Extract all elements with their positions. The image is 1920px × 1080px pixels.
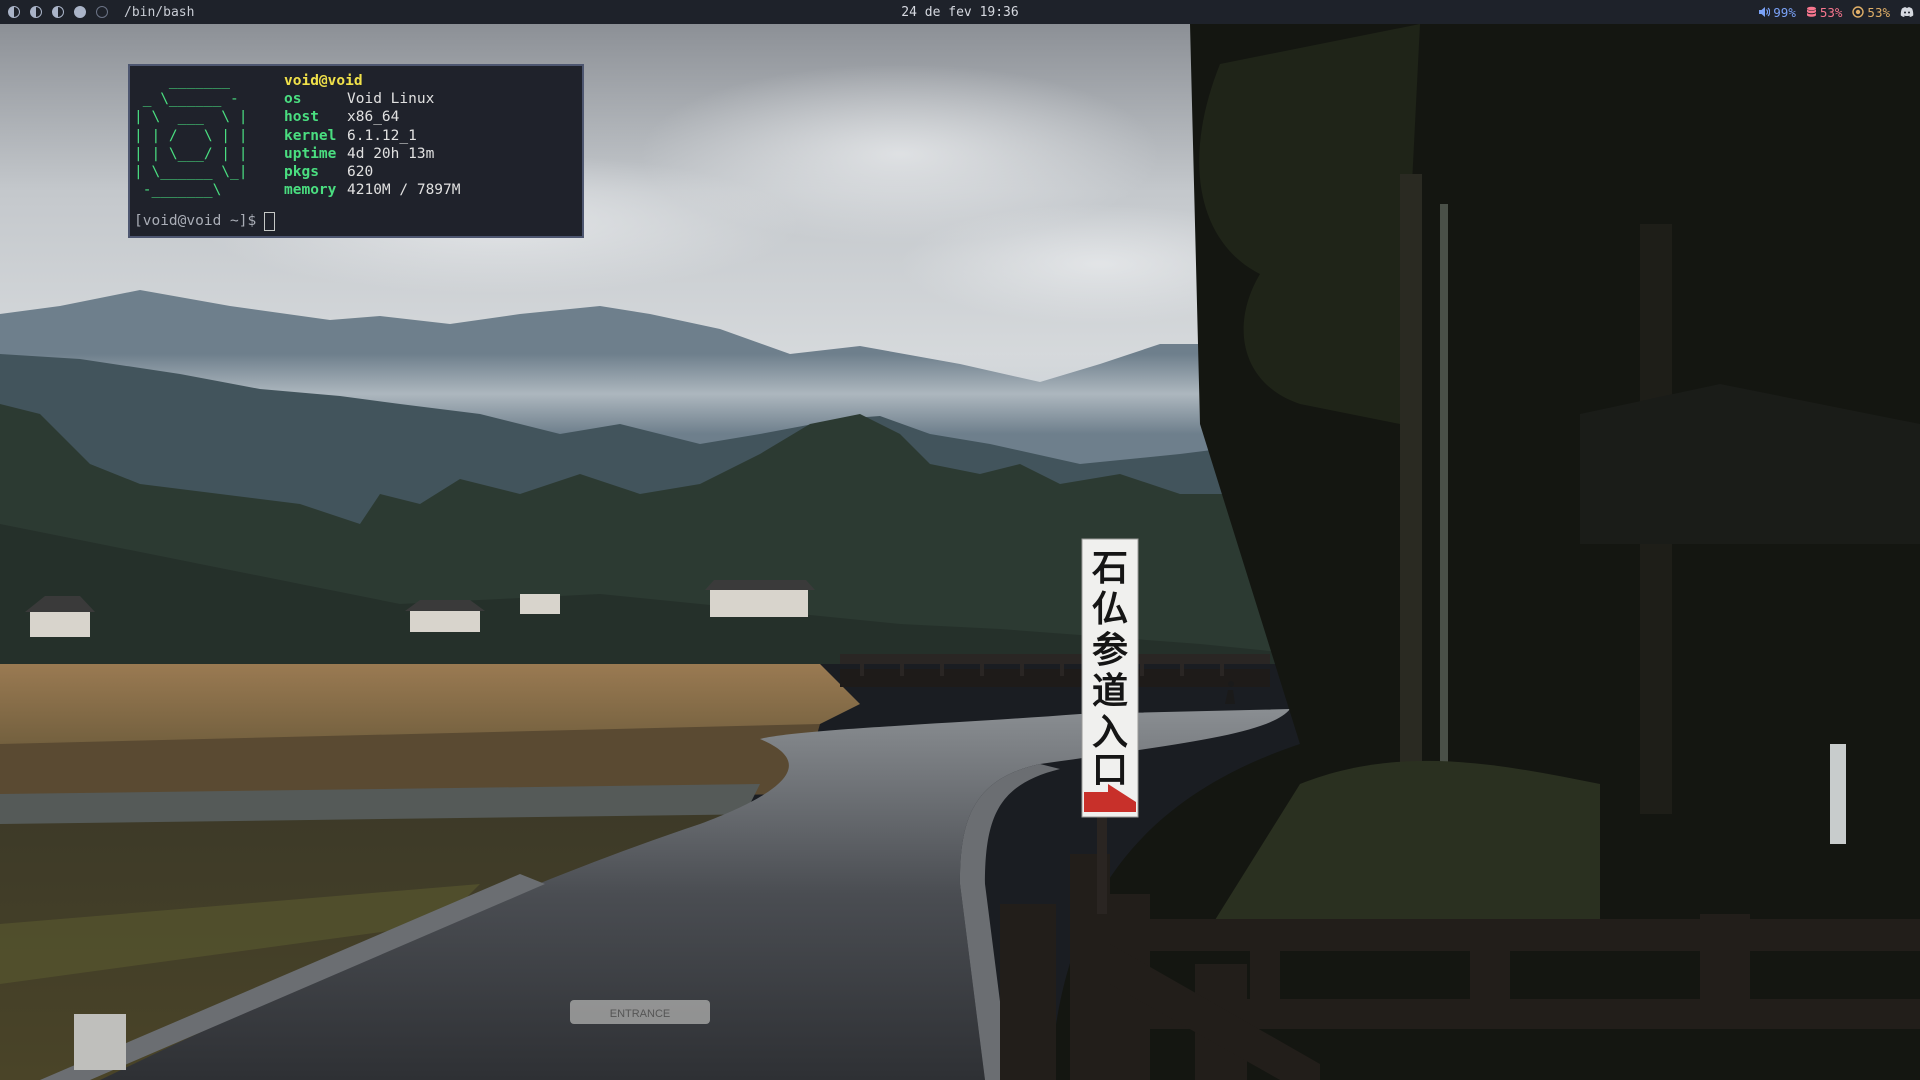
- workspace-1-indicator[interactable]: [8, 6, 20, 18]
- workspace-3-indicator[interactable]: [52, 6, 64, 18]
- discord-icon[interactable]: [1900, 6, 1914, 18]
- info-key: kernel: [284, 127, 337, 144]
- workspace-2-indicator[interactable]: [30, 6, 42, 18]
- volume-status[interactable]: 99%: [1758, 5, 1796, 20]
- info-row: host x86_64: [284, 108, 461, 126]
- sign-char-1: 石: [1092, 547, 1128, 589]
- sign-char-3: 参: [1092, 629, 1128, 671]
- info-value: 4210M / 7897M: [347, 182, 461, 199]
- road-marking: ENTRANCE: [610, 1008, 671, 1020]
- window-title: /bin/bash: [124, 4, 195, 20]
- sign-text: 石 仏 参 道 入 口: [1092, 547, 1128, 791]
- info-key: uptime: [284, 145, 337, 162]
- workspace-indicators: [8, 6, 108, 18]
- shell-prompt: [void@void ~]$: [134, 213, 257, 230]
- status-area: 99% 53% 53%: [1758, 5, 1914, 20]
- shell-prompt-line[interactable]: [void@void ~]$: [134, 212, 276, 231]
- info-row: uptime 4d 20h 13m: [284, 145, 461, 163]
- volume-icon: [1759, 7, 1771, 17]
- info-row: pkgs 620: [284, 163, 461, 181]
- info-key: pkgs: [284, 164, 319, 181]
- info-value: 6.1.12_1: [347, 127, 417, 144]
- cpu-value: 53%: [1867, 4, 1890, 20]
- top-bar: /bin/bash 24 de fev 19:36 99% 53% 53%: [0, 0, 1920, 24]
- database-icon: [1806, 6, 1816, 17]
- info-value: x86_64: [347, 109, 400, 126]
- system-info: void@void os Void Linux host x86_64 kern…: [284, 72, 461, 199]
- cpu-status[interactable]: 53%: [1852, 5, 1890, 20]
- sign-char-4: 道: [1092, 670, 1128, 712]
- info-value: 4d 20h 13m: [347, 145, 435, 162]
- info-row: kernel 6.1.12_1: [284, 127, 461, 145]
- disk-value: 53%: [1819, 4, 1843, 20]
- info-value: Void Linux: [347, 91, 435, 108]
- info-key: host: [284, 109, 319, 126]
- info-row: os Void Linux: [284, 90, 461, 108]
- text-cursor: [264, 212, 276, 231]
- cpu-icon: [1852, 6, 1865, 18]
- sign-char-5: 入: [1092, 711, 1128, 753]
- volume-value: 99%: [1773, 4, 1796, 20]
- workspace-5-indicator[interactable]: [96, 6, 108, 18]
- info-key: os: [284, 91, 302, 108]
- info-value: 620: [347, 164, 374, 181]
- disk-status[interactable]: 53%: [1806, 4, 1843, 20]
- sign-char-2: 仏: [1092, 588, 1128, 630]
- user-host: void@void: [284, 73, 363, 89]
- clock[interactable]: 24 de fev 19:36: [901, 5, 1018, 20]
- info-row: memory 4210M / 7897M: [284, 181, 461, 199]
- info-key: memory: [284, 182, 337, 199]
- workspace-4-indicator[interactable]: [74, 6, 86, 18]
- distro-logo: _______ _ \______ - | \ ___ \ | | | / \ …: [134, 73, 248, 199]
- sign-char-6: 口: [1092, 749, 1128, 791]
- terminal-window[interactable]: _______ _ \______ - | \ ___ \ | | | / \ …: [128, 64, 584, 238]
